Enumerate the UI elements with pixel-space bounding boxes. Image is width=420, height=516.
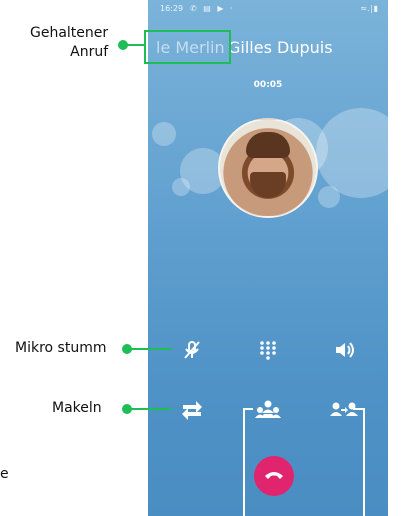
swap-button[interactable] [174, 392, 210, 428]
conference-connector-tick [243, 408, 253, 410]
swap-arrows-icon [182, 401, 202, 420]
keypad-icon [260, 341, 276, 360]
call-screen: 16:29 ✆ ▤ ▶ · ≈.∣▮ le Merlin Gilles Dupu… [148, 0, 388, 516]
conference-connector [243, 408, 245, 516]
speaker-icon [336, 342, 354, 358]
mute-label: Mikro stumm [15, 340, 107, 356]
status-time: 16:29 [160, 4, 184, 13]
active-call-name: Gilles Dupuis [228, 38, 333, 57]
transfer-connector-tick [353, 408, 363, 410]
caller-avatar [218, 118, 318, 218]
swap-connector [128, 408, 172, 410]
swap-label: Makeln [52, 400, 102, 416]
transfer-icon [330, 402, 358, 416]
held-call-marker [118, 40, 128, 50]
mic-off-icon [184, 341, 200, 359]
transfer-button[interactable] [326, 392, 362, 428]
status-notification-icons: ✆ ▤ ▶ · [190, 4, 235, 13]
conference-button[interactable] [250, 392, 286, 428]
mute-button[interactable] [174, 332, 210, 368]
status-bar: 16:29 ✆ ▤ ▶ · ≈.∣▮ [160, 4, 378, 18]
held-call-highlight [144, 30, 231, 64]
held-call-label: Gehaltener Anruf [30, 25, 109, 60]
keypad-button[interactable] [250, 332, 286, 368]
signal-battery-icon: ≈.∣▮ [360, 4, 378, 13]
cut-label: e [0, 466, 9, 482]
hangup-icon [265, 472, 283, 479]
call-duration: 00:05 [253, 80, 283, 90]
mute-connector [128, 348, 172, 350]
conference-icon [255, 400, 281, 418]
speaker-button[interactable] [326, 332, 362, 368]
hangup-button[interactable] [254, 456, 294, 496]
transfer-connector [363, 408, 365, 516]
